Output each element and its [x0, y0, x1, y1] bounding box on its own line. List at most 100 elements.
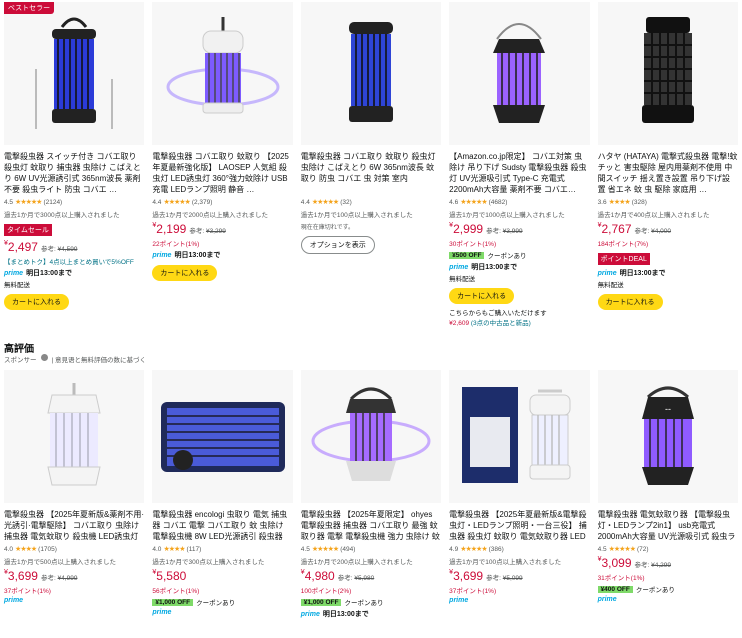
price-line: ¥2,199 参考: ¥3,299 — [152, 222, 292, 236]
product-title[interactable]: ハタヤ (HATAYA) 電撃式殺虫器 電撃!蚊チッと 害虫駆除 屋内用薬剤不使… — [598, 151, 738, 195]
price[interactable]: ¥2,767 — [598, 222, 632, 236]
price[interactable]: ¥5,580 — [152, 569, 186, 583]
rating-value: 4.5 — [4, 198, 14, 206]
bug-zapper-image — [47, 382, 101, 485]
coupon[interactable]: ¥500 OFF クーポンあり — [449, 250, 589, 260]
product-title[interactable]: 電撃殺虫器 encologi 虫取り 電気 捕虫器 コバエ 電撃 コバエ取り 蚊… — [152, 509, 292, 542]
rating[interactable]: 4.5 ★★★★★ (494) — [300, 545, 441, 554]
rating[interactable]: 3.6 ★★★★ (328) — [598, 198, 738, 207]
price[interactable]: ¥3,699 — [449, 569, 483, 583]
prime-delivery: prime 明日13:00まで — [301, 609, 441, 619]
rating[interactable]: 4.0 ★★★★ (1705) — [4, 545, 144, 554]
free-shipping: 無料配送 — [597, 282, 624, 289]
points: 22ポイント(1%) — [152, 241, 200, 248]
coupon-text: クーポンあり — [344, 600, 384, 607]
product-image[interactable]: ベストセラー — [4, 2, 145, 145]
rating[interactable]: 4.6 ★★★★★ (4682) — [449, 198, 589, 207]
purchase-count: 過去1か月で2000点以上購入されました — [152, 212, 268, 219]
product-image[interactable] — [449, 2, 590, 145]
other-offers: こちらからもご購入いただけます — [449, 310, 547, 317]
info-icon[interactable] — [40, 354, 48, 361]
rating-value: 4.4 — [152, 198, 162, 206]
bug-zapper-image — [35, 17, 114, 129]
rating-value: 4.5 — [300, 545, 310, 553]
prime-logo: prime — [4, 597, 24, 604]
reference-price: 参考: ¥5,980 — [337, 575, 375, 582]
add-to-cart-button[interactable]: カートに入れる — [449, 288, 515, 304]
price[interactable]: ¥4,980 — [301, 569, 335, 583]
purchase-count: 過去1か月で400点以上購入されました — [597, 212, 710, 219]
product-image[interactable]: -- — [597, 370, 738, 503]
review-count: (117) — [186, 545, 202, 553]
add-to-cart-button[interactable]: カートに入れる — [597, 294, 663, 310]
product-image[interactable] — [300, 2, 442, 145]
section-title: 高評価 — [4, 344, 34, 355]
product-title[interactable]: 電撃殺虫器 スイッチ付き コバエ取り 殺虫灯 蚊取り 捕虫器 虫除け こばえとり… — [4, 151, 144, 195]
price[interactable]: ¥2,497 — [4, 240, 38, 254]
other-offer-price[interactable]: ¥2,609 (3点の中古品と新品) — [449, 317, 589, 327]
review-count: (72) — [637, 545, 649, 553]
price-line: ¥3,699 参考: ¥4,999 — [4, 569, 144, 583]
add-to-cart-button[interactable]: カートに入れる — [152, 265, 218, 281]
product-title[interactable]: 電撃殺虫器 【2025年夏限定】 ohyes 電撃殺虫器 捕虫器 コバエ取り 最… — [301, 509, 441, 542]
product-title[interactable]: 【Amazon.co.jp限定】 コバエ対策 虫除け 吊り下げ Sudsty 電… — [449, 151, 589, 195]
product-image[interactable] — [152, 2, 293, 145]
show-options-button[interactable]: オプションを表示 — [300, 236, 375, 254]
reference-price: 参考: ¥4,000 — [634, 228, 672, 235]
star-icons: ★★★★★ — [460, 199, 487, 206]
prime-delivery: prime 明日13:00まで — [4, 268, 144, 278]
star-icons: ★★★★ — [608, 199, 631, 206]
reference-price: 参考: ¥3,299 — [189, 228, 226, 235]
rating[interactable]: 4.5 ★★★★★ (72) — [598, 545, 738, 554]
bug-zapper-image: -- — [641, 386, 694, 485]
product-card: ベストセラー 電撃殺虫器 スイッチ付き コバエ取り 殺虫灯 蚊取り 捕虫器 虫除… — [0, 0, 148, 340]
rating[interactable]: 4.0 ★★★★ (117) — [152, 545, 292, 554]
coupon[interactable]: ¥1,000 OFF クーポンあり — [300, 597, 441, 607]
bug-zapper-image — [348, 21, 393, 122]
reference-price: 参考: ¥3,999 — [486, 228, 523, 235]
points: 56ポイント(1%) — [152, 588, 200, 595]
price[interactable]: ¥2,199 — [152, 222, 186, 236]
coupon-tag: ¥1,000 OFF — [152, 598, 194, 606]
price[interactable]: ¥2,999 — [449, 222, 483, 236]
product-title[interactable]: 電撃殺虫器 コバエ取り 蚊取り 殺虫灯 虫除け こばえとり 6W 365nm波長… — [301, 151, 441, 195]
product-title[interactable]: 電撃殺虫器 コバエ取り 蚊取り 【2025年夏最新強化版】 LAOSEP 人気組… — [152, 151, 292, 195]
rating[interactable]: 4.9 ★★★★★ (386) — [449, 545, 589, 554]
reference-price: 参考: ¥4,599 — [40, 246, 78, 253]
rating[interactable]: 4.4 ★★★★★ (32) — [301, 198, 441, 207]
product-title[interactable]: 電撃殺虫器 【2025年夏最新版&電撃殺虫灯・LEDランプ照明・一台三役】 捕虫… — [449, 509, 589, 542]
point-deal-badge: ポイントDEAL — [597, 253, 650, 265]
product-title[interactable]: 電撃殺虫器 【2025年夏新版&薬剤不用·光誘引·電撃駆除】 コバエ取り 虫除け… — [4, 509, 144, 542]
coupon-tag: ¥1,000 OFF — [300, 598, 342, 606]
bundle-offer[interactable]: 【まとめトク】4点以上まとめ買いで5%OFF — [4, 256, 144, 266]
product-image[interactable] — [4, 370, 145, 503]
product-image[interactable] — [152, 370, 293, 503]
best-seller-badge: ベストセラー — [4, 2, 55, 14]
rating[interactable]: 4.4 ★★★★★ (2,379) — [152, 198, 292, 207]
price-line: ¥3,699 参考: ¥5,099 — [449, 569, 589, 583]
product-image[interactable] — [597, 2, 738, 145]
other-offers-link[interactable]: (3点の中古品と新品) — [471, 320, 531, 327]
product-card: 電撃殺虫器 コバエ取り 蚊取り 殺虫灯 虫除け こばえとり 6W 365nm波長… — [297, 0, 445, 340]
coupon[interactable]: ¥400 OFF クーポンあり — [597, 584, 738, 594]
product-image[interactable] — [300, 370, 442, 503]
purchase-count: 過去1か月で100点以上購入されました — [449, 559, 562, 566]
prime-delivery: prime 明日13:00まで — [598, 268, 738, 278]
add-to-cart-button[interactable]: カートに入れる — [4, 294, 69, 310]
price-line: ¥4,980 参考: ¥5,980 — [301, 569, 441, 583]
coupon-tag: ¥400 OFF — [597, 585, 633, 593]
product-image[interactable] — [449, 370, 590, 503]
product-title[interactable]: 電撃殺虫器 電気蚊取り器 【電撃殺虫灯・LEDランプ2in1】 usb充電式 2… — [598, 509, 738, 542]
rating-value: 4.0 — [4, 545, 14, 553]
review-count: (2,379) — [191, 198, 213, 206]
delivery-date: 明日13:00まで — [26, 270, 72, 277]
bug-zapper-image — [641, 16, 694, 123]
price[interactable]: ¥3,099 — [598, 556, 632, 570]
sponsor-label: スポンサー — [4, 357, 37, 364]
coupon[interactable]: ¥1,000 OFF クーポンあり — [152, 597, 292, 607]
product-card: 電撃殺虫器 コバエ取り 蚊取り 【2025年夏最新強化版】 LAOSEP 人気組… — [148, 0, 296, 340]
rating[interactable]: 4.5 ★★★★★ (2124) — [4, 198, 144, 207]
product-card: 電撃殺虫器 encologi 虫取り 電気 捕虫器 コバエ 電撃 コバエ取り 蚊… — [148, 368, 296, 638]
price[interactable]: ¥3,699 — [4, 569, 38, 583]
rating-value: 4.9 — [449, 545, 459, 553]
